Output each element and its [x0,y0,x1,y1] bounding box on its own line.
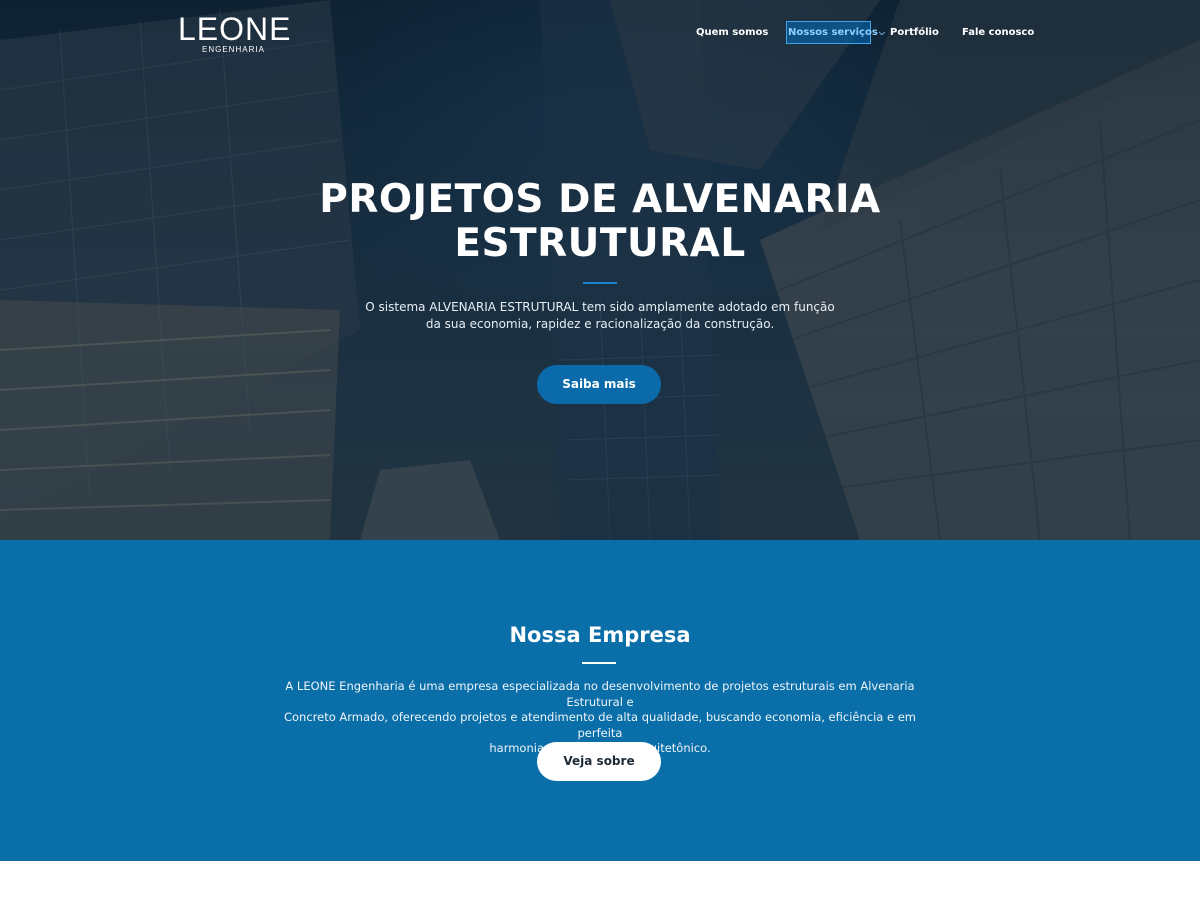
nav-item-nossos-servicos[interactable]: Nossos serviços⌵ [786,21,885,44]
hero-title-line1: PROJETOS DE ALVENARIA [319,177,881,222]
company-section: Nossa Empresa A LEONE Engenharia é uma e… [0,540,1200,861]
company-divider [582,662,616,664]
veja-sobre-button[interactable]: Veja sobre [537,742,661,781]
hero-title-line2: ESTRUTURAL [454,221,746,266]
hero-section: LEONE ENGENHARIA Quem somos Nossos servi… [0,0,1200,540]
nav-item-quem-somos[interactable]: Quem somos [696,21,768,44]
nav-item-portfolio[interactable]: Portfólio [890,21,939,44]
nav-item-label: Nossos serviços [788,27,878,38]
company-text-line2: Concreto Armado, oferecendo projetos e a… [283,710,916,740]
hero-description: O sistema ALVENARIA ESTRUTURAL tem sido … [300,299,900,333]
company-text-line1: A LEONE Engenharia é uma empresa especia… [285,679,915,709]
hero-text-line1: O sistema ALVENARIA ESTRUTURAL tem sido … [365,300,835,314]
hero-overlay [0,0,1200,540]
hero-title: PROJETOS DE ALVENARIA ESTRUTURAL [300,178,900,266]
nav-item-fale-conosco[interactable]: Fale conosco [962,21,1034,44]
main-nav: Quem somos Nossos serviços⌵ Portfólio Fa… [0,21,1200,44]
chevron-down-icon: ⌵ [878,28,885,37]
hero-text-line2: da sua economia, rapidez e racionalizaçã… [425,317,775,331]
next-section-start [0,861,1200,900]
saiba-mais-button[interactable]: Saiba mais [537,365,661,404]
company-title: Nossa Empresa [509,623,691,647]
hero-divider [583,282,617,284]
